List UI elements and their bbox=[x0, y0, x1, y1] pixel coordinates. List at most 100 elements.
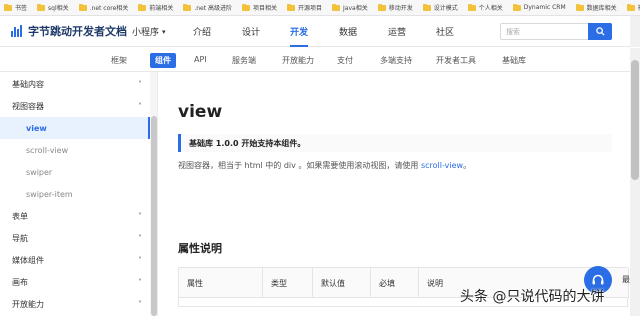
sidebar-item-label: 视图容器 bbox=[12, 101, 44, 111]
top-nav: 字节跳动开发者文档 小程序 ▾ 介绍 设计 开发 数据 运营 社区 搜索 bbox=[0, 16, 640, 47]
bookmark-item[interactable]: 数据库相关 bbox=[575, 3, 617, 12]
bookmark-item[interactable]: 前端相关 bbox=[138, 3, 173, 12]
product-select[interactable]: 小程序 ▾ bbox=[132, 25, 166, 39]
sidebar-item[interactable]: 媒体组件 ˅ bbox=[0, 249, 150, 271]
subnav-item-7[interactable]: 开发者工具 bbox=[436, 55, 476, 66]
nav-item-3[interactable]: 数据 bbox=[339, 25, 357, 38]
sidebar-item-label: swiper-item bbox=[26, 189, 73, 199]
subnav-item-3[interactable]: 服务端 bbox=[232, 55, 256, 66]
site-logo[interactable]: 字节跳动开发者文档 bbox=[10, 23, 127, 39]
product-select-label: 小程序 bbox=[132, 28, 160, 38]
sidebar-scroll-thumb[interactable] bbox=[151, 116, 157, 316]
description-end: 。 bbox=[463, 161, 472, 170]
folder-icon bbox=[575, 3, 584, 11]
subnav-item-1[interactable]: 组件 bbox=[150, 53, 176, 68]
sidebar-item[interactable]: 基础内容 ˅ bbox=[0, 73, 150, 95]
bookmark-item[interactable]: 个人相关 bbox=[467, 3, 503, 12]
bookmark-item[interactable]: 开源项目 bbox=[287, 3, 322, 12]
bookmark-label: Dynamic CRM bbox=[523, 4, 566, 11]
version-note: 基础库 1.0.0 开始支持本组件。 bbox=[178, 134, 612, 152]
bookmark-label: 项目相关 bbox=[252, 5, 277, 12]
bookmark-label: .net 高级进阶 bbox=[194, 5, 232, 12]
folder-icon bbox=[422, 3, 431, 11]
description-text: 视图容器，相当于 html 中的 div 。如果需要使用滚动视图，请使用 bbox=[178, 161, 419, 170]
chevron-down-icon: ▾ bbox=[162, 27, 166, 36]
subnav-item-4[interactable]: 开放能力 bbox=[282, 55, 314, 66]
headset-icon bbox=[592, 274, 604, 285]
sidebar-item[interactable]: scroll-view bbox=[0, 139, 150, 161]
folder-icon bbox=[78, 3, 87, 11]
chevron-down-icon: ˅ bbox=[138, 233, 142, 243]
table-header-cell: 必填 bbox=[371, 268, 419, 298]
bookmark-label: Java相关 bbox=[343, 5, 368, 12]
bookmark-label: .net core相关 bbox=[89, 5, 129, 12]
sidebar-item-label: 基础内容 bbox=[12, 79, 44, 89]
bookmarks-bar: 书签 sql相关 .net core相关 前端相关 .net 高级进阶 项目相关 开源项目 J… bbox=[0, 0, 640, 16]
nav-item-1[interactable]: 设计 bbox=[242, 25, 260, 38]
bookmark-item[interactable]: .net 高级进阶 bbox=[183, 3, 232, 12]
subnav-item-8[interactable]: 基础库 bbox=[502, 55, 526, 66]
sidebar-item-label: 导航 bbox=[12, 233, 28, 243]
search-placeholder: 搜索 bbox=[506, 28, 520, 36]
subnav-item-6[interactable]: 多端支持 bbox=[380, 55, 412, 66]
sidebar-item[interactable]: swiper-item bbox=[0, 183, 150, 205]
folder-icon bbox=[4, 3, 12, 11]
active-nav-indicator bbox=[290, 45, 308, 47]
sidebar-item[interactable]: view bbox=[0, 117, 150, 139]
sidebar-item[interactable]: swiper bbox=[0, 161, 150, 183]
chevron-down-icon: ˅ bbox=[138, 255, 142, 265]
table-header-cell: 类型 bbox=[263, 268, 313, 298]
sidebar-item-label: 表单 bbox=[12, 211, 28, 221]
nav-item-2[interactable]: 开发 bbox=[290, 25, 308, 38]
scroll-view-link[interactable]: scroll-view bbox=[421, 161, 463, 170]
nav-item-4[interactable]: 运营 bbox=[388, 25, 406, 38]
page-scrollbar-top bbox=[630, 16, 640, 47]
chevron-down-icon: ˅ bbox=[138, 299, 142, 309]
bookmark-label: 书签 bbox=[15, 5, 28, 12]
bookmark-item[interactable]: Dynamic CRM bbox=[512, 3, 566, 11]
search-button[interactable] bbox=[588, 23, 612, 40]
bookmark-item[interactable]: 移动开发 bbox=[377, 3, 413, 12]
folder-icon bbox=[183, 3, 192, 11]
bookmark-label: 开源项目 bbox=[298, 5, 323, 12]
subnav-item-0[interactable]: 框架 bbox=[111, 55, 127, 66]
section-title: 属性说明 bbox=[178, 242, 222, 255]
sidebar-item[interactable]: 表单 ˅ bbox=[0, 205, 150, 227]
folder-icon bbox=[626, 3, 635, 11]
sidebar-item-label: swiper bbox=[26, 167, 53, 177]
main-scroll-thumb[interactable] bbox=[631, 60, 639, 180]
bookmark-label: 设计模式 bbox=[433, 5, 458, 12]
bookmark-item[interactable]: 项目相关 bbox=[241, 3, 277, 12]
sidebar-item[interactable]: 导航 ˅ bbox=[0, 227, 150, 249]
folder-icon bbox=[37, 3, 46, 11]
bookmark-item[interactable]: 设计模式 bbox=[422, 3, 458, 12]
folder-icon bbox=[138, 3, 147, 11]
bookmark-item[interactable]: sql相关 bbox=[37, 3, 69, 12]
bookmark-item[interactable]: .net core相关 bbox=[78, 3, 129, 12]
bookmark-item[interactable]: 社区 bbox=[626, 3, 640, 12]
logo-bars-icon bbox=[10, 24, 24, 38]
sidebar-item-label: 开放能力 bbox=[12, 299, 44, 309]
nav-item-5[interactable]: 社区 bbox=[436, 25, 454, 38]
chevron-down-icon: ˅ bbox=[138, 79, 142, 89]
sidebar-item[interactable]: 开放能力 ˅ bbox=[0, 293, 150, 315]
nav-item-0[interactable]: 介绍 bbox=[193, 25, 211, 38]
sidebar-item-label: view bbox=[26, 123, 47, 133]
subnav-item-5[interactable]: 支付 bbox=[337, 55, 353, 66]
logo-text: 字节跳动开发者文档 bbox=[28, 25, 127, 38]
bookmark-label: 个人相关 bbox=[478, 5, 503, 12]
folder-icon bbox=[287, 3, 295, 11]
folder-icon bbox=[512, 3, 521, 11]
chevron-up-icon: ˄ bbox=[138, 101, 142, 111]
bookmark-label: 移动开发 bbox=[388, 5, 413, 12]
table-header-cell: 默认值 bbox=[313, 268, 371, 298]
bookmark-label: sql相关 bbox=[48, 5, 69, 12]
sidebar-item[interactable]: 画布 ˅ bbox=[0, 271, 150, 293]
main-content: view 基础库 1.0.0 开始支持本组件。 视图容器，相当于 html 中的… bbox=[158, 72, 630, 316]
bookmark-item[interactable]: 书签 bbox=[4, 3, 27, 12]
sidebar-item[interactable]: 视图容器 ˄ bbox=[0, 95, 150, 117]
subnav-item-2[interactable]: API bbox=[194, 55, 207, 64]
bookmark-item[interactable]: Java相关 bbox=[332, 3, 368, 12]
bookmark-label: 前端相关 bbox=[149, 5, 174, 12]
watermark: 头条 @只说代码的大饼 bbox=[460, 289, 605, 305]
